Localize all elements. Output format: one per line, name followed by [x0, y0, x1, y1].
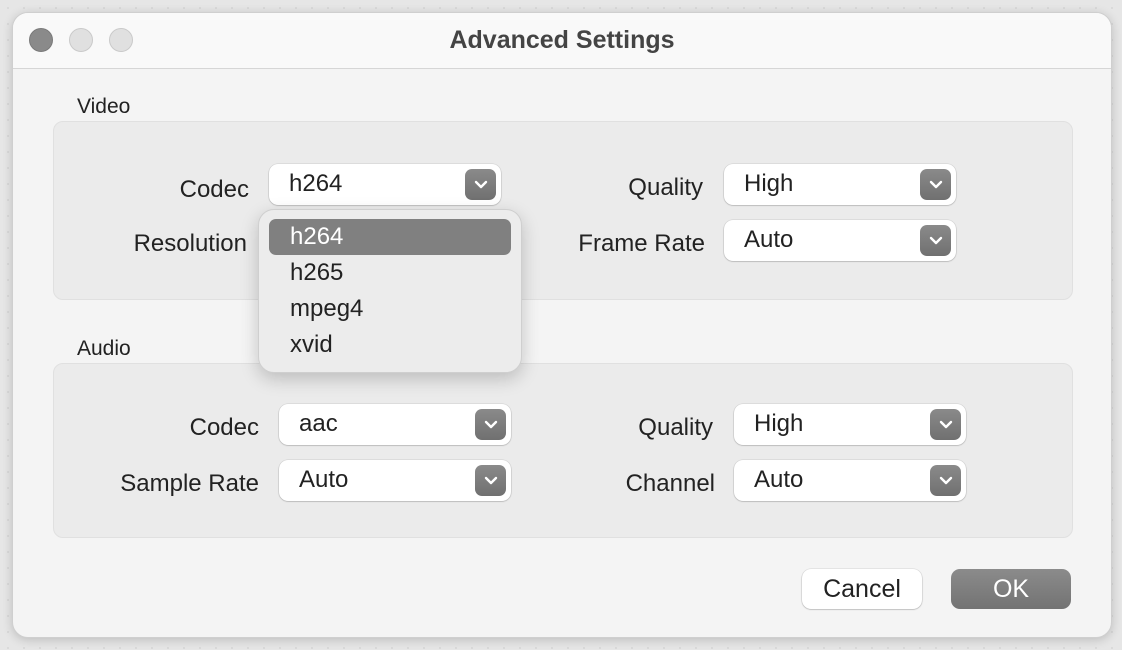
- video-section-label: Video: [77, 95, 131, 118]
- audio-codec-value: aac: [299, 410, 338, 437]
- video-quality-value: High: [744, 170, 794, 197]
- chevron-down-icon: [930, 409, 961, 440]
- video-codec-select[interactable]: h264: [269, 164, 501, 205]
- audio-channel-select[interactable]: Auto: [734, 460, 966, 501]
- video-frame-rate-select[interactable]: Auto: [724, 220, 956, 261]
- chevron-down-icon: [475, 409, 506, 440]
- audio-quality-value: High: [754, 410, 804, 437]
- title-bar: Advanced Settings: [13, 13, 1111, 69]
- chevron-down-icon: [930, 465, 961, 496]
- audio-section-label: Audio: [77, 337, 131, 360]
- audio-sample-rate-select[interactable]: Auto: [279, 460, 511, 501]
- audio-codec-select[interactable]: aac: [279, 404, 511, 445]
- codec-option-xvid[interactable]: xvid: [269, 327, 511, 363]
- video-frame-rate-value: Auto: [744, 226, 794, 253]
- audio-quality-select[interactable]: High: [734, 404, 966, 445]
- audio-sample-rate-label: Sample Rate: [120, 470, 259, 497]
- advanced-settings-dialog: Advanced Settings Video Codec h264 Resol…: [12, 12, 1112, 638]
- chevron-down-icon: [920, 169, 951, 200]
- video-codec-label: Codec: [179, 176, 249, 203]
- video-codec-dropdown-menu: h264 h265 mpeg4 xvid: [258, 209, 522, 373]
- chevron-down-icon: [475, 465, 506, 496]
- audio-quality-label: Quality: [638, 414, 713, 441]
- video-quality-select[interactable]: High: [724, 164, 956, 205]
- video-resolution-label: Resolution: [133, 230, 247, 257]
- window-title: Advanced Settings: [449, 26, 675, 54]
- audio-group: [53, 363, 1073, 538]
- video-group: [53, 121, 1073, 300]
- ok-button[interactable]: OK: [951, 569, 1071, 609]
- video-quality-label: Quality: [628, 174, 703, 201]
- codec-option-mpeg4[interactable]: mpeg4: [269, 291, 511, 327]
- video-codec-value: h264: [289, 170, 343, 197]
- audio-channel-value: Auto: [754, 466, 804, 493]
- chevron-down-icon: [920, 225, 951, 256]
- audio-codec-label: Codec: [189, 414, 259, 441]
- audio-sample-rate-value: Auto: [299, 466, 349, 493]
- codec-option-h265[interactable]: h265: [269, 255, 511, 291]
- codec-option-h264[interactable]: h264: [269, 219, 511, 255]
- video-frame-rate-label: Frame Rate: [578, 230, 705, 257]
- chevron-down-icon: [465, 169, 496, 200]
- cancel-button[interactable]: Cancel: [802, 569, 922, 609]
- audio-channel-label: Channel: [625, 470, 715, 497]
